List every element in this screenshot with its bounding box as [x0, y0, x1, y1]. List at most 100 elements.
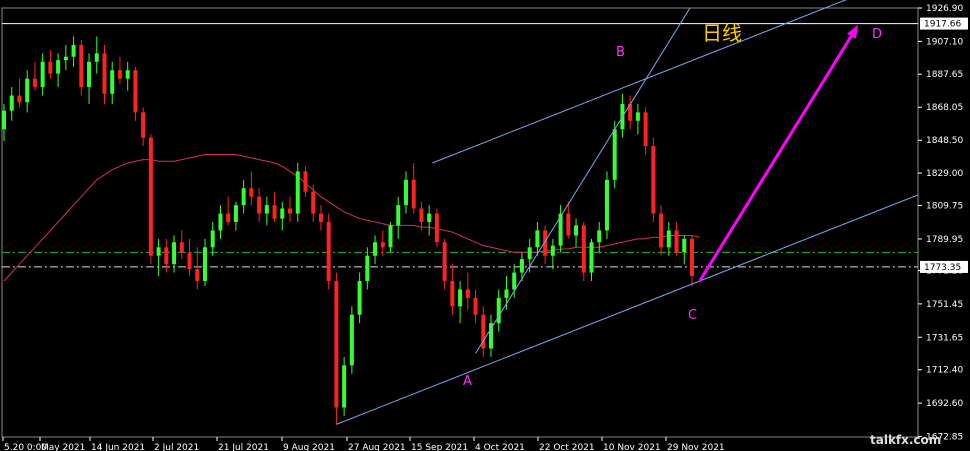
candle-body — [32, 78, 37, 88]
candle-body — [56, 60, 61, 74]
pattern-label-c: C — [688, 308, 697, 323]
candle-body — [458, 289, 463, 307]
y-tick-label: 1731.65 — [926, 333, 963, 343]
candle-body — [651, 146, 656, 214]
y-tick-label: 1926.90 — [926, 4, 963, 14]
price-tag-label-1: 1773.35 — [924, 263, 961, 273]
candle-body — [280, 208, 285, 219]
candle-body — [690, 238, 694, 276]
candle-body — [373, 242, 378, 256]
candle-body — [326, 221, 331, 282]
candle-body — [411, 179, 416, 209]
x-tick-label: 2 Jul 2021 — [154, 443, 199, 451]
y-tick-label: 1789.95 — [926, 235, 963, 245]
candle-body — [295, 171, 300, 214]
candle-body — [512, 272, 517, 290]
candle-body — [666, 230, 671, 248]
candle-body — [110, 70, 115, 94]
candle-body — [25, 78, 30, 103]
candle-body — [48, 61, 53, 74]
candle-body — [79, 44, 84, 88]
candle-body — [427, 213, 432, 222]
y-tick-label: 1712.40 — [926, 366, 963, 376]
candle-body — [473, 297, 478, 315]
candle-body — [288, 208, 293, 214]
candle-body — [187, 252, 192, 270]
y-tick-label: 1887.65 — [926, 70, 963, 80]
candle-body — [349, 314, 354, 366]
candle-body — [63, 56, 68, 61]
candle-body — [117, 70, 122, 79]
candle-body — [612, 129, 617, 180]
candle-body — [303, 171, 308, 192]
candle-body — [519, 259, 524, 273]
candle-body — [210, 230, 215, 248]
watermark: talkfx.com — [870, 433, 941, 447]
price-chart[interactable]: A B C D 1926.90 1907.10 1887.65 1868.05 1848.50 1… — [0, 0, 970, 451]
candle-body — [156, 247, 161, 256]
candle-body — [264, 205, 269, 214]
x-tick-label: 10 Nov 2021 — [603, 443, 661, 451]
candle-body — [566, 213, 571, 236]
candle-body — [419, 208, 424, 222]
candle-body — [535, 230, 540, 248]
candle-body — [9, 95, 14, 111]
candle-body — [164, 247, 169, 265]
candle-body — [396, 205, 401, 226]
candle-body — [179, 242, 184, 253]
candle-body — [597, 230, 602, 243]
candle-body — [40, 61, 45, 88]
x-tick-label: 15 Sep 2021 — [411, 443, 468, 451]
candle-body — [635, 112, 640, 121]
candle-body — [403, 179, 408, 206]
candle-body — [257, 196, 262, 214]
candle-body — [318, 213, 323, 222]
candle-body — [218, 213, 223, 231]
candle-body — [357, 281, 362, 315]
pattern-label-a: A — [463, 374, 472, 389]
candle-body — [241, 188, 246, 206]
y-tick-label: 1907.10 — [926, 37, 963, 47]
candle-body — [450, 281, 455, 307]
candle-body — [527, 247, 532, 260]
candle-body — [574, 225, 579, 236]
y-tick-label: 1868.05 — [926, 103, 963, 113]
candle-body — [589, 242, 594, 273]
candle-body — [125, 70, 130, 79]
chart-title: 日线 — [702, 21, 742, 45]
candle-body — [148, 137, 153, 256]
candle-body — [172, 242, 177, 265]
candle-body — [434, 213, 439, 243]
x-tick-label: 14 Jun 2021 — [91, 443, 145, 451]
candle-body — [195, 269, 200, 282]
x-tick-label: 22 Oct 2021 — [539, 443, 595, 451]
candle-body — [365, 255, 370, 282]
candle-body — [465, 289, 470, 298]
candle-body — [504, 289, 509, 298]
candle-body — [141, 112, 146, 138]
y-tick-label: 1809.75 — [926, 202, 963, 212]
candle-body — [388, 225, 393, 248]
x-tick-label: 27 Aug 2021 — [348, 443, 406, 451]
y-tick-label: 1751.45 — [926, 300, 963, 310]
candle-body — [71, 44, 76, 57]
pattern-label-b: B — [616, 45, 625, 60]
candle-body — [133, 70, 138, 113]
candle-body — [659, 213, 664, 248]
candle-body — [496, 297, 501, 324]
y-tick-label: 1692.60 — [926, 399, 963, 409]
candle-body — [233, 205, 238, 222]
candle-body — [249, 188, 254, 197]
candle-body — [682, 238, 687, 253]
price-tag-label-0: 1917.66 — [924, 20, 961, 30]
x-tick-label: May 2021 — [41, 443, 85, 451]
x-tick-label: 9 Aug 2021 — [283, 443, 335, 451]
candle-body — [311, 191, 316, 214]
y-tick-label: 1829.00 — [926, 169, 963, 179]
pattern-label-d: D — [872, 27, 882, 42]
x-tick-label: 29 Nov 2021 — [667, 443, 725, 451]
candle-body — [550, 245, 555, 256]
candle-body — [643, 112, 648, 147]
candle-body — [380, 242, 385, 248]
candle-body — [442, 242, 447, 282]
